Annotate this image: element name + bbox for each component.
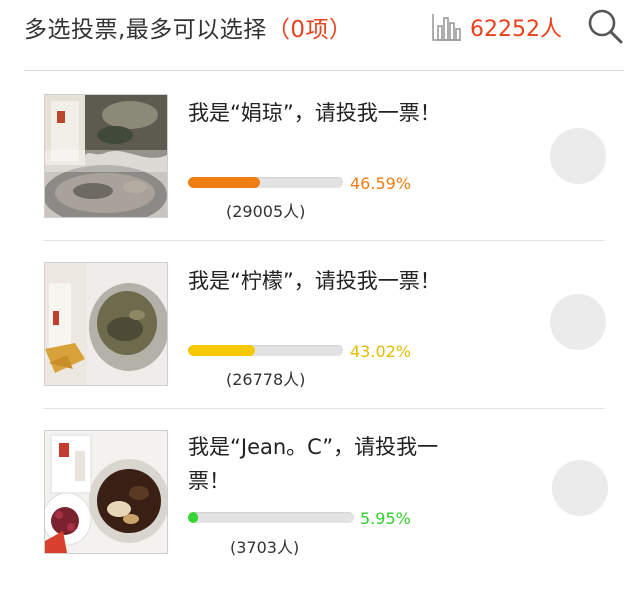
poll-option-3: 我是“Jean。C”，请投我一票！ 5.95% (3703人): [0, 424, 640, 592]
vote-progress-fill: [188, 345, 255, 356]
search-icon[interactable]: [585, 6, 625, 46]
header-divider: [24, 70, 624, 71]
soup-photo-image: [45, 431, 167, 553]
option-label: 我是“柠檬”，请投我一票！: [188, 269, 441, 293]
bar-chart-icon: [432, 14, 461, 41]
poll-header: 多选投票,最多可以选择（0项） 62252人: [0, 0, 640, 56]
poll-option-2: 我是“柠檬”，请投我一票！ 43.02% (26778人): [0, 258, 640, 426]
selected-count: （0项）: [266, 17, 353, 43]
poll-title: 多选投票,最多可以选择（0项）: [24, 10, 352, 44]
poll-option-1: 我是“娟琼”，请投我一票！ 46.59% (29005人): [0, 90, 640, 258]
vote-count: (29005人): [226, 202, 306, 221]
poll-instruction: 多选投票,最多可以选择: [24, 17, 267, 43]
participant-count: 62252人: [470, 17, 562, 42]
vote-progress-bar: [188, 345, 343, 356]
vote-count: (3703人): [230, 538, 300, 557]
option-thumbnail[interactable]: [44, 94, 168, 218]
vote-select-button[interactable]: [550, 294, 606, 350]
option-thumbnail[interactable]: [44, 430, 168, 554]
option-thumbnail[interactable]: [44, 262, 168, 386]
vote-count: (26778人): [226, 370, 306, 389]
soup-photo-image: [45, 95, 167, 217]
item-divider: [44, 408, 604, 409]
vote-select-button[interactable]: [552, 460, 608, 516]
option-label: 我是“Jean。C”，请投我一票！: [188, 435, 439, 493]
item-divider: [44, 240, 604, 241]
option-label: 我是“娟琼”，请投我一票！: [188, 101, 441, 125]
vote-progress-fill: [188, 512, 198, 523]
vote-percentage: 43.02%: [350, 342, 412, 361]
soup-photo-image: [45, 263, 167, 385]
vote-progress-fill: [188, 177, 261, 188]
vote-progress-bar: [188, 512, 354, 523]
vote-percentage: 5.95%: [360, 509, 411, 528]
vote-percentage: 46.59%: [350, 174, 412, 193]
vote-select-button[interactable]: [550, 128, 606, 184]
vote-progress-bar: [188, 177, 343, 188]
participants-stats: 62252人: [432, 12, 562, 42]
